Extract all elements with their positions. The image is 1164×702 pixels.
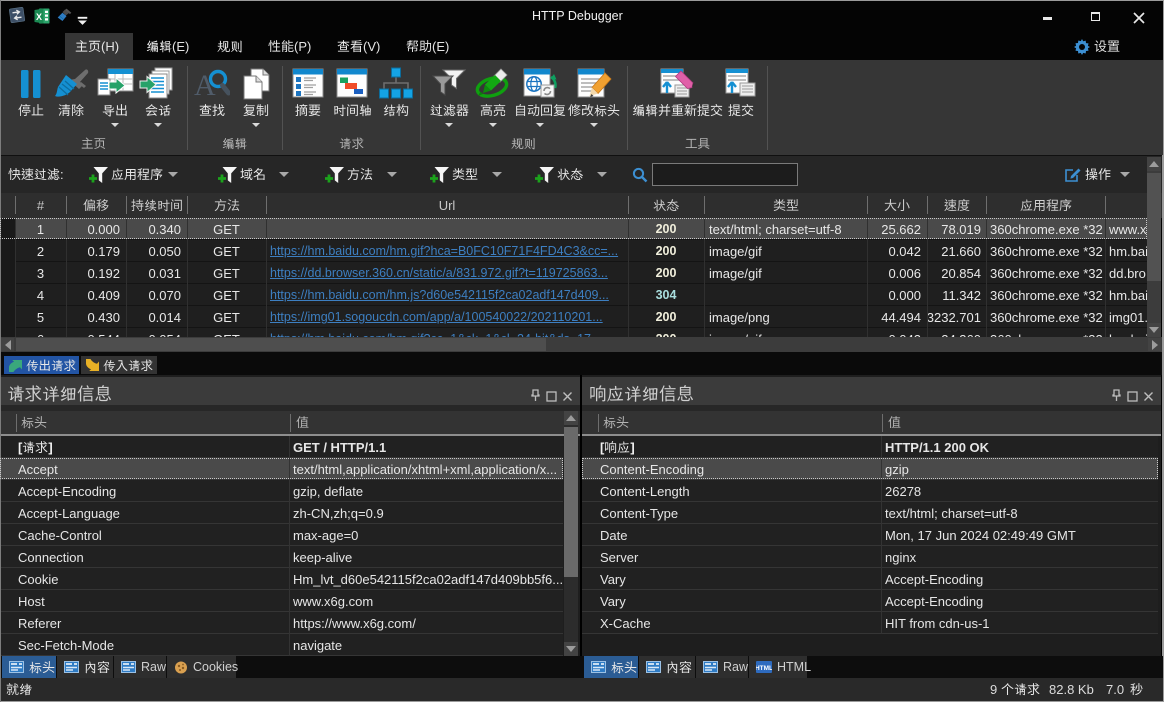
svg-text:X: X xyxy=(36,12,42,22)
svg-text:HTML: HTML xyxy=(756,665,772,672)
